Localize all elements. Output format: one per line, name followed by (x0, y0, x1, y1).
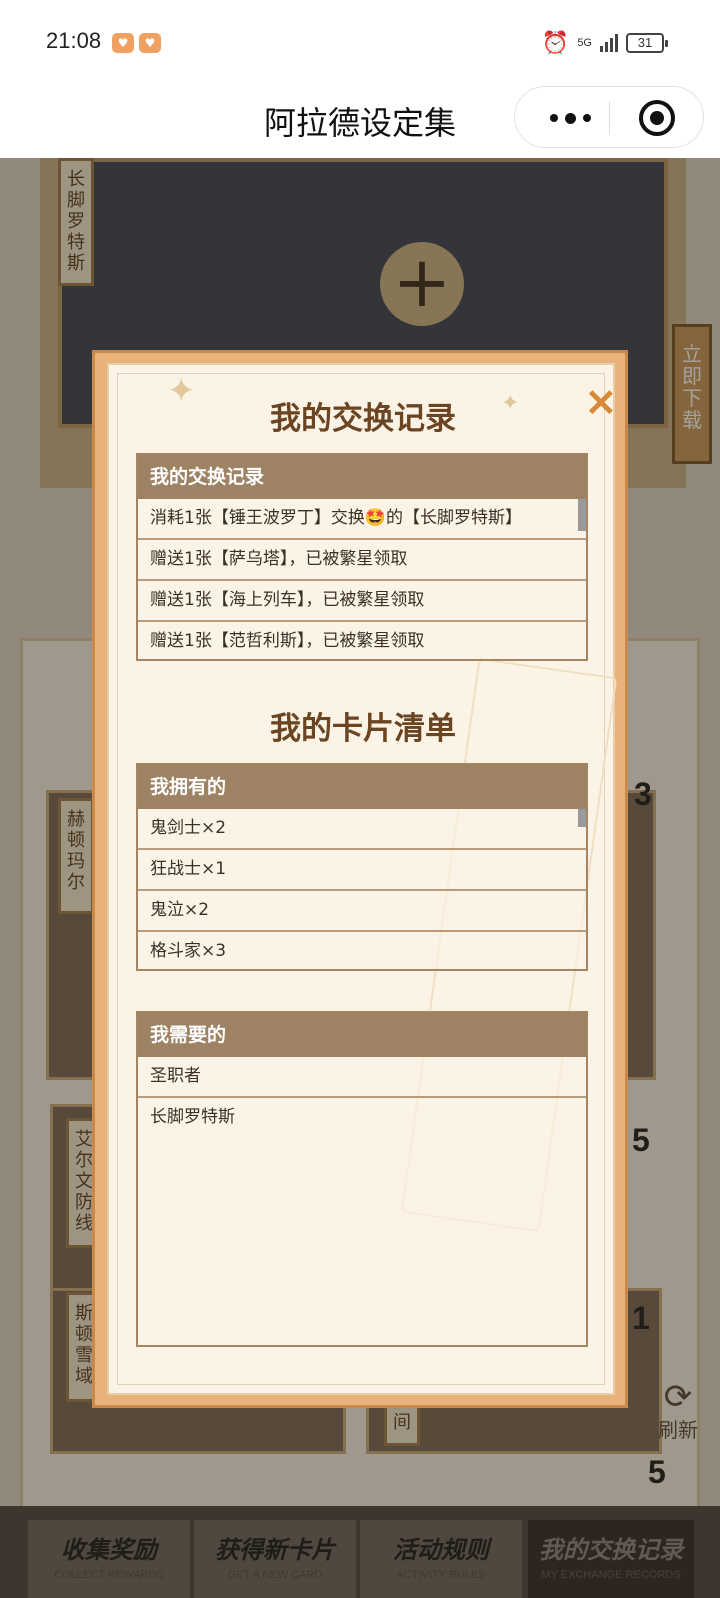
notification-app-icon: ♥ (139, 33, 161, 53)
battery-icon: 31 (626, 33, 668, 53)
list-item: 狂战士×1 (138, 850, 586, 891)
list-item: 赠送1张【萨乌塔】，已被繁星领取 (138, 540, 586, 581)
list-item: 赠送1张【海上列车】，已被繁星领取 (138, 581, 586, 622)
owned-cards-box[interactable]: 我拥有的 鬼剑士×2 狂战士×1 鬼泣×2 格斗家×3 (136, 763, 588, 971)
signal-icon (600, 34, 618, 52)
mini-program-capsule (514, 86, 704, 148)
alarm-icon: ⏰ (541, 30, 570, 55)
owned-cards-header: 我拥有的 (138, 765, 586, 809)
close-mini-program-button[interactable] (639, 100, 675, 136)
scrollbar-thumb[interactable] (578, 809, 586, 827)
list-item: 圣职者 (138, 1057, 586, 1098)
needed-cards-header: 我需要的 (138, 1013, 586, 1057)
capsule-divider (609, 101, 610, 135)
network-type: 5G (577, 37, 592, 49)
list-item: 鬼泣×2 (138, 891, 586, 932)
exchange-records-header: 我的交换记录 (138, 455, 586, 499)
needed-cards-box[interactable]: 我需要的 圣职者 长脚罗特斯 (136, 1011, 588, 1347)
list-item: 长脚罗特斯 (150, 1107, 235, 1127)
exchange-records-title: 我的交换记录 (270, 401, 456, 437)
status-icons: ⏰ 5G 31 (541, 30, 668, 56)
exchange-records-box[interactable]: 我的交换记录 消耗1张【锤王波罗丁】交换🤩的【长脚罗特斯】 赠送1张【萨乌塔】，… (136, 453, 588, 661)
more-options-button[interactable] (540, 102, 600, 134)
title-bar: 阿拉德设定集 (0, 86, 720, 158)
list-item: 赠送1张【范哲利斯】，已被繁星领取 (150, 631, 425, 651)
card-list-title: 我的卡片清单 (270, 711, 456, 747)
status-bar: 21:08 ♥ ♥ ⏰ 5G 31 (0, 0, 720, 86)
list-item: 鬼剑士×2 (138, 809, 586, 850)
list-item: 消耗1张【锤王波罗丁】交换🤩的【长脚罗特斯】 (138, 499, 586, 540)
exchange-records-modal: ✦ ✦ ✕ 我的交换记录 我的交换记录 消耗1张【锤王波罗丁】交换🤩的【长脚罗特… (92, 350, 628, 1408)
status-time: 21:08 (46, 28, 102, 53)
modal-sheet: ✦ ✦ ✕ 我的交换记录 我的交换记录 消耗1张【锤王波罗丁】交换🤩的【长脚罗特… (107, 363, 618, 1395)
list-item: 格斗家×3 (150, 941, 227, 961)
scrollbar-thumb[interactable] (578, 499, 586, 531)
notification-app-icon: ♥ (112, 33, 134, 53)
